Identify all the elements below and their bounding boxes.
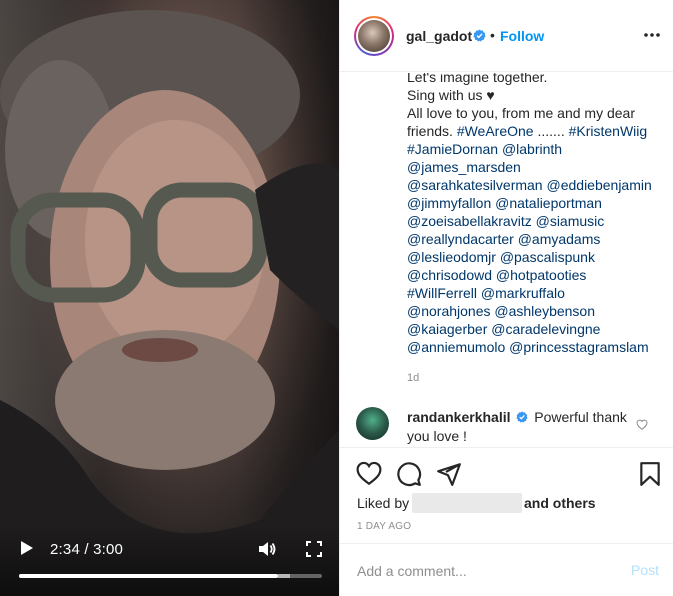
mention-link[interactable]: @jimmyfallon — [407, 195, 491, 211]
verified-badge-icon — [516, 411, 528, 423]
video-time: 2:34 / 3:00 — [50, 541, 124, 558]
comment-item: randankerkhalil Powerful thank you love … — [340, 403, 673, 445]
avatar[interactable] — [354, 16, 394, 56]
mention-link[interactable]: @pascalispunk — [500, 249, 595, 265]
post-header: gal_gadot • Follow — [340, 0, 673, 72]
caption-line: @reallyndacarter @amyadams — [407, 230, 665, 248]
comments-section[interactable]: Let's imagine together. Sing with us ♥ All… — [340, 73, 673, 445]
comment-avatar[interactable] — [356, 407, 389, 440]
caption-line: Let's imagine together. — [407, 73, 665, 86]
mention-link[interactable]: @caradelevingne — [491, 321, 600, 337]
avatar-image — [358, 20, 390, 52]
post-caption: Let's imagine together. Sing with us ♥ All… — [407, 73, 665, 356]
bookmark-icon[interactable] — [637, 461, 663, 487]
caption-line: #JamieDornan @labrinth — [407, 140, 665, 158]
video-buffer — [278, 574, 290, 578]
mention-link[interactable]: @markruffalo — [481, 285, 565, 301]
mention-link[interactable]: @leslieodomjr — [407, 249, 496, 265]
comment-username[interactable]: randankerkhalil — [407, 409, 511, 425]
caption-line: @chrisodowd @hotpatooties — [407, 266, 665, 284]
mention-link[interactable]: @anniemumolo — [407, 339, 505, 355]
play-icon[interactable] — [20, 540, 34, 556]
mention-link[interactable]: @hotpatooties — [496, 267, 587, 283]
mention-link[interactable]: @james_marsden — [407, 159, 521, 175]
caption-text: Let's imagine together. — [407, 73, 548, 85]
heart-icon[interactable] — [356, 461, 382, 487]
mention-link[interactable]: @amyadams — [518, 231, 601, 247]
liked-by-others-link[interactable]: and others — [524, 495, 596, 511]
caption-line: @leslieodomjr @pascalispunk — [407, 248, 665, 266]
post-comment-button[interactable]: Post — [631, 562, 659, 578]
video-portrait — [0, 10, 339, 596]
caption-text: Sing with us — [407, 87, 487, 103]
comment-input[interactable] — [357, 561, 617, 581]
caption-line: @anniemumolo @princesstagramslam — [407, 338, 665, 356]
mention-link[interactable]: @labrinth — [502, 141, 562, 157]
mention-link[interactable]: @eddiebenjamin — [547, 177, 652, 193]
caption-age: 1d — [407, 372, 420, 384]
volume-icon[interactable] — [258, 540, 276, 558]
caption-text: All love to you, from me and my dear — [407, 105, 635, 121]
comment-icon[interactable] — [396, 461, 422, 487]
separator-dot: • — [490, 27, 495, 43]
post-time-ago: 1 DAY AGO — [357, 521, 412, 532]
caption-line: @sarahkatesilverman @eddiebenjamin — [407, 176, 665, 194]
hashtag-link[interactable]: #WeAreOne — [457, 123, 534, 139]
more-options-icon[interactable] — [643, 30, 661, 40]
post-actions: Liked by and others 1 DAY AGO — [340, 447, 673, 543]
caption-line: @jimmyfallon @natalieportman — [407, 194, 665, 212]
caption-text: ....... — [533, 123, 569, 139]
post-panel: gal_gadot • Follow Let's imagine togethe… — [339, 0, 673, 596]
liked-by-label: Liked by — [357, 495, 410, 511]
fullscreen-icon[interactable] — [306, 541, 322, 557]
caption-line: All love to you, from me and my dear — [407, 104, 665, 122]
mention-link[interactable]: @ashleybenson — [494, 303, 595, 319]
comment-text: randankerkhalil Powerful thank you love … — [407, 408, 637, 445]
mention-link[interactable]: @zoeisabellakravitz — [407, 213, 532, 229]
comment-like-icon[interactable] — [636, 419, 648, 430]
caption-line: @kaiagerber @caradelevingne — [407, 320, 665, 338]
video-progress-bar[interactable] — [19, 574, 322, 578]
caption-text: friends. — [407, 123, 457, 139]
video-progress-played — [19, 574, 278, 578]
caption-line: @norahjones @ashleybenson — [407, 302, 665, 320]
mention-link[interactable]: @princesstagramslam — [509, 339, 648, 355]
hashtag-link[interactable]: #JamieDornan — [407, 141, 498, 157]
caption-line: @zoeisabellakravitz @siamusic — [407, 212, 665, 230]
mention-link[interactable]: @norahjones — [407, 303, 491, 319]
mention-link[interactable]: @chrisodowd — [407, 267, 492, 283]
verified-badge-icon — [473, 29, 486, 42]
mention-link[interactable]: @natalieportman — [495, 195, 602, 211]
caption-line: #WillFerrell @markruffalo — [407, 284, 665, 302]
liked-by-user-redacted — [412, 493, 522, 513]
username-link[interactable]: gal_gadot — [406, 28, 472, 44]
caption-line: Sing with us ♥ — [407, 86, 665, 104]
mention-link[interactable]: @kaiagerber — [407, 321, 487, 337]
share-icon[interactable] — [436, 461, 462, 487]
caption-line: friends. #WeAreOne ....... #KristenWiig — [407, 122, 665, 140]
video-player[interactable]: 2:34 / 3:00 — [0, 0, 339, 596]
caption-text: ♥ — [486, 87, 495, 103]
follow-button[interactable]: Follow — [500, 28, 544, 44]
mention-link[interactable]: @siamusic — [536, 213, 605, 229]
hashtag-link[interactable]: #KristenWiig — [569, 123, 648, 139]
mention-link[interactable]: @sarahkatesilverman — [407, 177, 543, 193]
caption-line: @james_marsden — [407, 158, 665, 176]
mention-link[interactable]: @reallyndacarter — [407, 231, 514, 247]
hashtag-link[interactable]: #WillFerrell — [407, 285, 477, 301]
video-controls — [0, 526, 339, 596]
add-comment-bar: Post — [340, 543, 673, 596]
